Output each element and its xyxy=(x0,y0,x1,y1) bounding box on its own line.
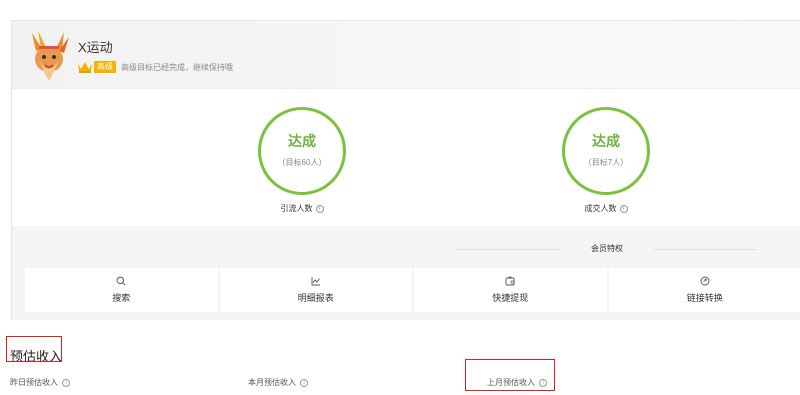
goal-label: 成交人数 xyxy=(584,204,617,213)
crown-icon xyxy=(78,62,92,73)
divider xyxy=(654,249,757,250)
income-label: 上月预估收入 xyxy=(487,378,535,387)
privilege-link-convert[interactable]: 链接转换 xyxy=(608,268,800,312)
chart-icon xyxy=(311,277,320,286)
goal-label-row: 引流人数 i xyxy=(257,203,347,214)
goal-target: （目标7人） xyxy=(583,157,629,167)
level-description: 高级目标已经完成，继续保持哦 xyxy=(121,63,233,72)
goal-status: 达成 xyxy=(288,132,316,149)
income-last-month: 上月预估收入 i xyxy=(487,377,547,388)
privileges-row: 搜索 明细报表 快捷提现 链接转换 xyxy=(25,268,800,312)
level-badge: 高级 xyxy=(94,61,116,73)
privileges-heading: 会员特权 xyxy=(457,243,757,255)
info-icon[interactable]: i xyxy=(62,378,70,387)
privilege-label: 快捷提现 xyxy=(492,293,529,303)
goal-label: 引流人数 xyxy=(280,204,313,213)
goal-conversion: 达成 （目标7人） 成交人数 i xyxy=(561,107,651,214)
privileges-section: 会员特权 搜索 明细报表 快捷提现 链接转换 xyxy=(12,226,800,320)
privilege-search[interactable]: 搜索 xyxy=(25,268,218,312)
income-section-title: 预估收入 xyxy=(10,349,63,364)
income-label: 昨日预估收入 xyxy=(10,378,58,387)
search-icon xyxy=(116,276,126,286)
privilege-label: 搜索 xyxy=(112,293,131,303)
income-yesterday: 昨日预估收入 i xyxy=(10,377,70,388)
membership-card: X运动 高级 高级目标已经完成，继续保持哦 达成 （目标60人） 引流人数 i … xyxy=(11,20,800,320)
goal-ring: 达成 （目标60人） xyxy=(258,107,346,195)
wallet-icon xyxy=(505,276,515,286)
privilege-label: 明细报表 xyxy=(297,293,334,303)
info-icon[interactable]: i xyxy=(300,378,308,387)
fox-mascot-avatar xyxy=(32,31,69,81)
privilege-quick-withdraw[interactable]: 快捷提现 xyxy=(414,268,607,312)
goal-ring: 达成 （目标7人） xyxy=(562,107,650,195)
info-icon[interactable]: i xyxy=(619,204,628,213)
link-convert-icon xyxy=(700,276,710,286)
shop-name: X运动 xyxy=(78,40,113,55)
goal-label-row: 成交人数 i xyxy=(561,203,651,214)
goal-status: 达成 xyxy=(592,132,620,149)
shop-header: X运动 高级 高级目标已经完成，继续保持哦 xyxy=(12,21,800,89)
privilege-label: 链接转换 xyxy=(686,293,723,303)
income-label: 本月预估收入 xyxy=(248,378,296,387)
income-this-month: 本月预估收入 i xyxy=(248,377,308,388)
goal-traffic: 达成 （目标60人） 引流人数 i xyxy=(257,107,347,214)
info-icon[interactable]: i xyxy=(315,204,324,213)
info-icon[interactable]: i xyxy=(539,378,547,387)
privilege-detail-report[interactable]: 明细报表 xyxy=(219,268,412,312)
goal-target: （目标60人） xyxy=(277,157,327,167)
